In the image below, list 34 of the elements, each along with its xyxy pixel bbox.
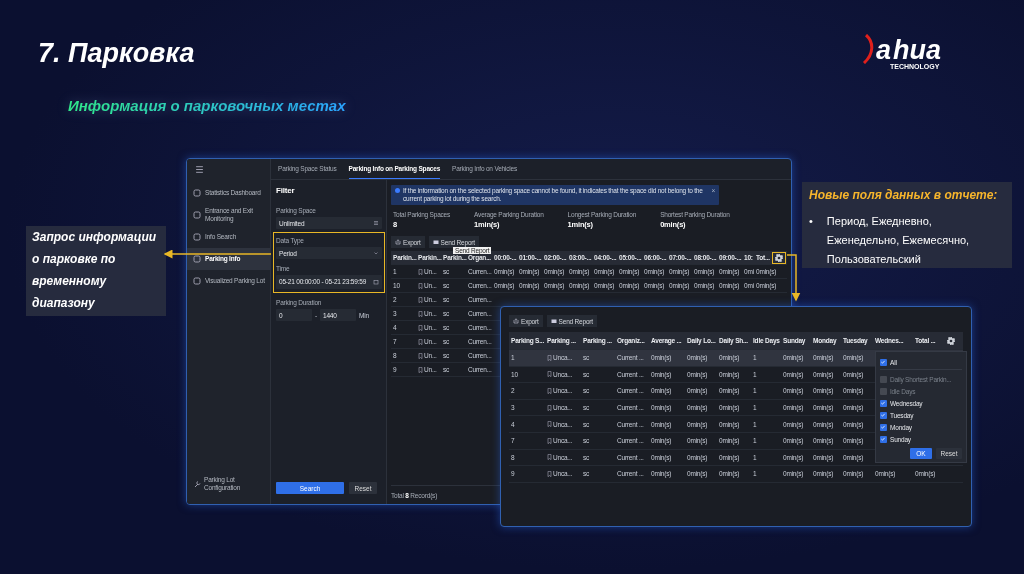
wrench-icon (193, 480, 201, 488)
export-icon (513, 318, 519, 324)
panel-title: Filter (276, 186, 296, 195)
checkbox[interactable] (880, 435, 887, 443)
bookmark-icon (547, 470, 552, 477)
logo-word: hua (893, 37, 942, 64)
checkbox[interactable] (880, 358, 887, 366)
bookmark-icon (547, 437, 552, 444)
bookmark-icon (547, 404, 552, 411)
export-icon (395, 239, 401, 245)
checkbox[interactable] (880, 411, 887, 419)
calendar-icon (373, 279, 379, 285)
settings-icon[interactable] (947, 336, 955, 345)
checkbox[interactable] (880, 423, 887, 431)
list-icon (373, 220, 379, 226)
slide-title: 7. Парковка (38, 38, 195, 69)
info-icon (395, 188, 400, 193)
mail-icon (550, 318, 557, 324)
logo-swoosh-icon (862, 34, 874, 64)
logo-letter: a (876, 37, 892, 64)
slide-subtitle: Информация о парковочных местах (68, 97, 346, 114)
bookmark-icon (547, 388, 552, 394)
bullet: • (809, 214, 813, 229)
mail-icon (432, 239, 439, 245)
caret-icon (373, 250, 379, 256)
bookmark-icon (547, 421, 552, 428)
menu-icon[interactable] (195, 165, 204, 174)
callout-title: Новые поля данных в отчете: (809, 188, 999, 202)
bookmark-icon (547, 354, 552, 361)
checkbox[interactable] (880, 399, 887, 407)
callout-text: Запрос информации о парковке по временному диапазону (26, 226, 166, 316)
bookmark-icon (547, 371, 552, 378)
bookmark-icon (547, 454, 552, 461)
bullet-text: Период, Ежедневно, Еженедельно, Ежемесячно, Пользовательский (826, 214, 971, 267)
